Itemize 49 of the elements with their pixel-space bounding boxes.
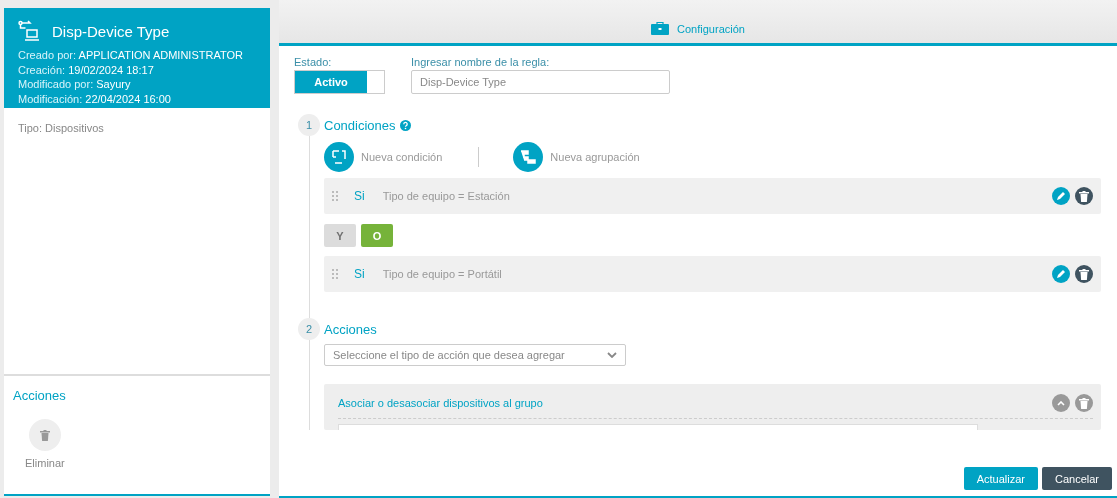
- configuration-tab[interactable]: Configuración: [651, 8, 745, 35]
- condition-text: Tipo de equipo = Estación: [382, 190, 511, 202]
- meta-line: Modificación: 22/04/2024 16:00: [18, 91, 172, 106]
- collapse-button[interactable]: [1052, 394, 1070, 412]
- device-flow-icon: [18, 20, 40, 42]
- trash-icon: [1079, 268, 1089, 280]
- condition-text: Tipo de equipo = Portátil: [382, 268, 503, 280]
- type-line: Tipo: Dispositivos: [18, 122, 104, 134]
- new-condition-button[interactable]: Nueva condición: [324, 142, 443, 172]
- logic-operator[interactable]: Y: [324, 224, 356, 247]
- condition-keyword: Si: [354, 189, 365, 203]
- delete-button[interactable]: [1075, 265, 1093, 283]
- actions-title: Acciones: [324, 321, 377, 337]
- meta-line: Creación: 19/02/2024 18:17: [18, 62, 155, 77]
- delete-button[interactable]: [1075, 187, 1093, 205]
- drag-handle-icon[interactable]: [332, 191, 338, 201]
- rule-title: Disp-Device Type: [52, 22, 170, 40]
- step-number: 2: [298, 318, 320, 340]
- step-number: 1: [298, 114, 320, 136]
- condition-keyword: Si: [354, 267, 365, 281]
- update-button[interactable]: Actualizar: [963, 467, 1038, 490]
- help-icon: [399, 119, 411, 131]
- cancel-button[interactable]: Cancelar: [1041, 467, 1112, 490]
- briefcase-icon: [651, 22, 670, 35]
- conditions-title: Condiciones: [324, 117, 396, 133]
- drag-handle-icon[interactable]: [332, 269, 338, 279]
- rule-name-field[interactable]: Disp-Device Type: [411, 70, 670, 94]
- status-label: Estado:: [294, 56, 333, 68]
- chevron-up-icon: [1057, 400, 1065, 406]
- new-group-button[interactable]: Nueva agrupación: [513, 142, 640, 172]
- meta-line: Creado por: APPLICATION ADMINISTRATOR: [18, 48, 244, 63]
- edit-button[interactable]: [1052, 187, 1070, 205]
- pencil-icon: [1056, 191, 1066, 201]
- trash-icon: [39, 429, 50, 441]
- action-title: Asociar o desasociar dispositivos al grupo: [338, 397, 543, 409]
- pencil-icon: [1056, 269, 1066, 279]
- meta-line: Modificado por: Sayury: [18, 77, 132, 92]
- grouping-icon: [513, 142, 544, 172]
- rule-name-label: Ingresar nombre de la regla:: [411, 56, 551, 68]
- actions-title: Acciones: [13, 388, 67, 403]
- trash-icon: [1079, 397, 1089, 409]
- action-type-select[interactable]: Seleccione el tipo de acción que desea agregar: [324, 344, 626, 366]
- delete-button[interactable]: Eliminar: [13, 419, 65, 469]
- trash-icon: [1079, 190, 1089, 202]
- logic-operator[interactable]: O: [361, 224, 393, 247]
- condition-icon: [324, 142, 354, 172]
- status-toggle[interactable]: Activo: [294, 70, 385, 94]
- chevron-down-icon: [607, 352, 617, 358]
- edit-button[interactable]: [1052, 265, 1070, 283]
